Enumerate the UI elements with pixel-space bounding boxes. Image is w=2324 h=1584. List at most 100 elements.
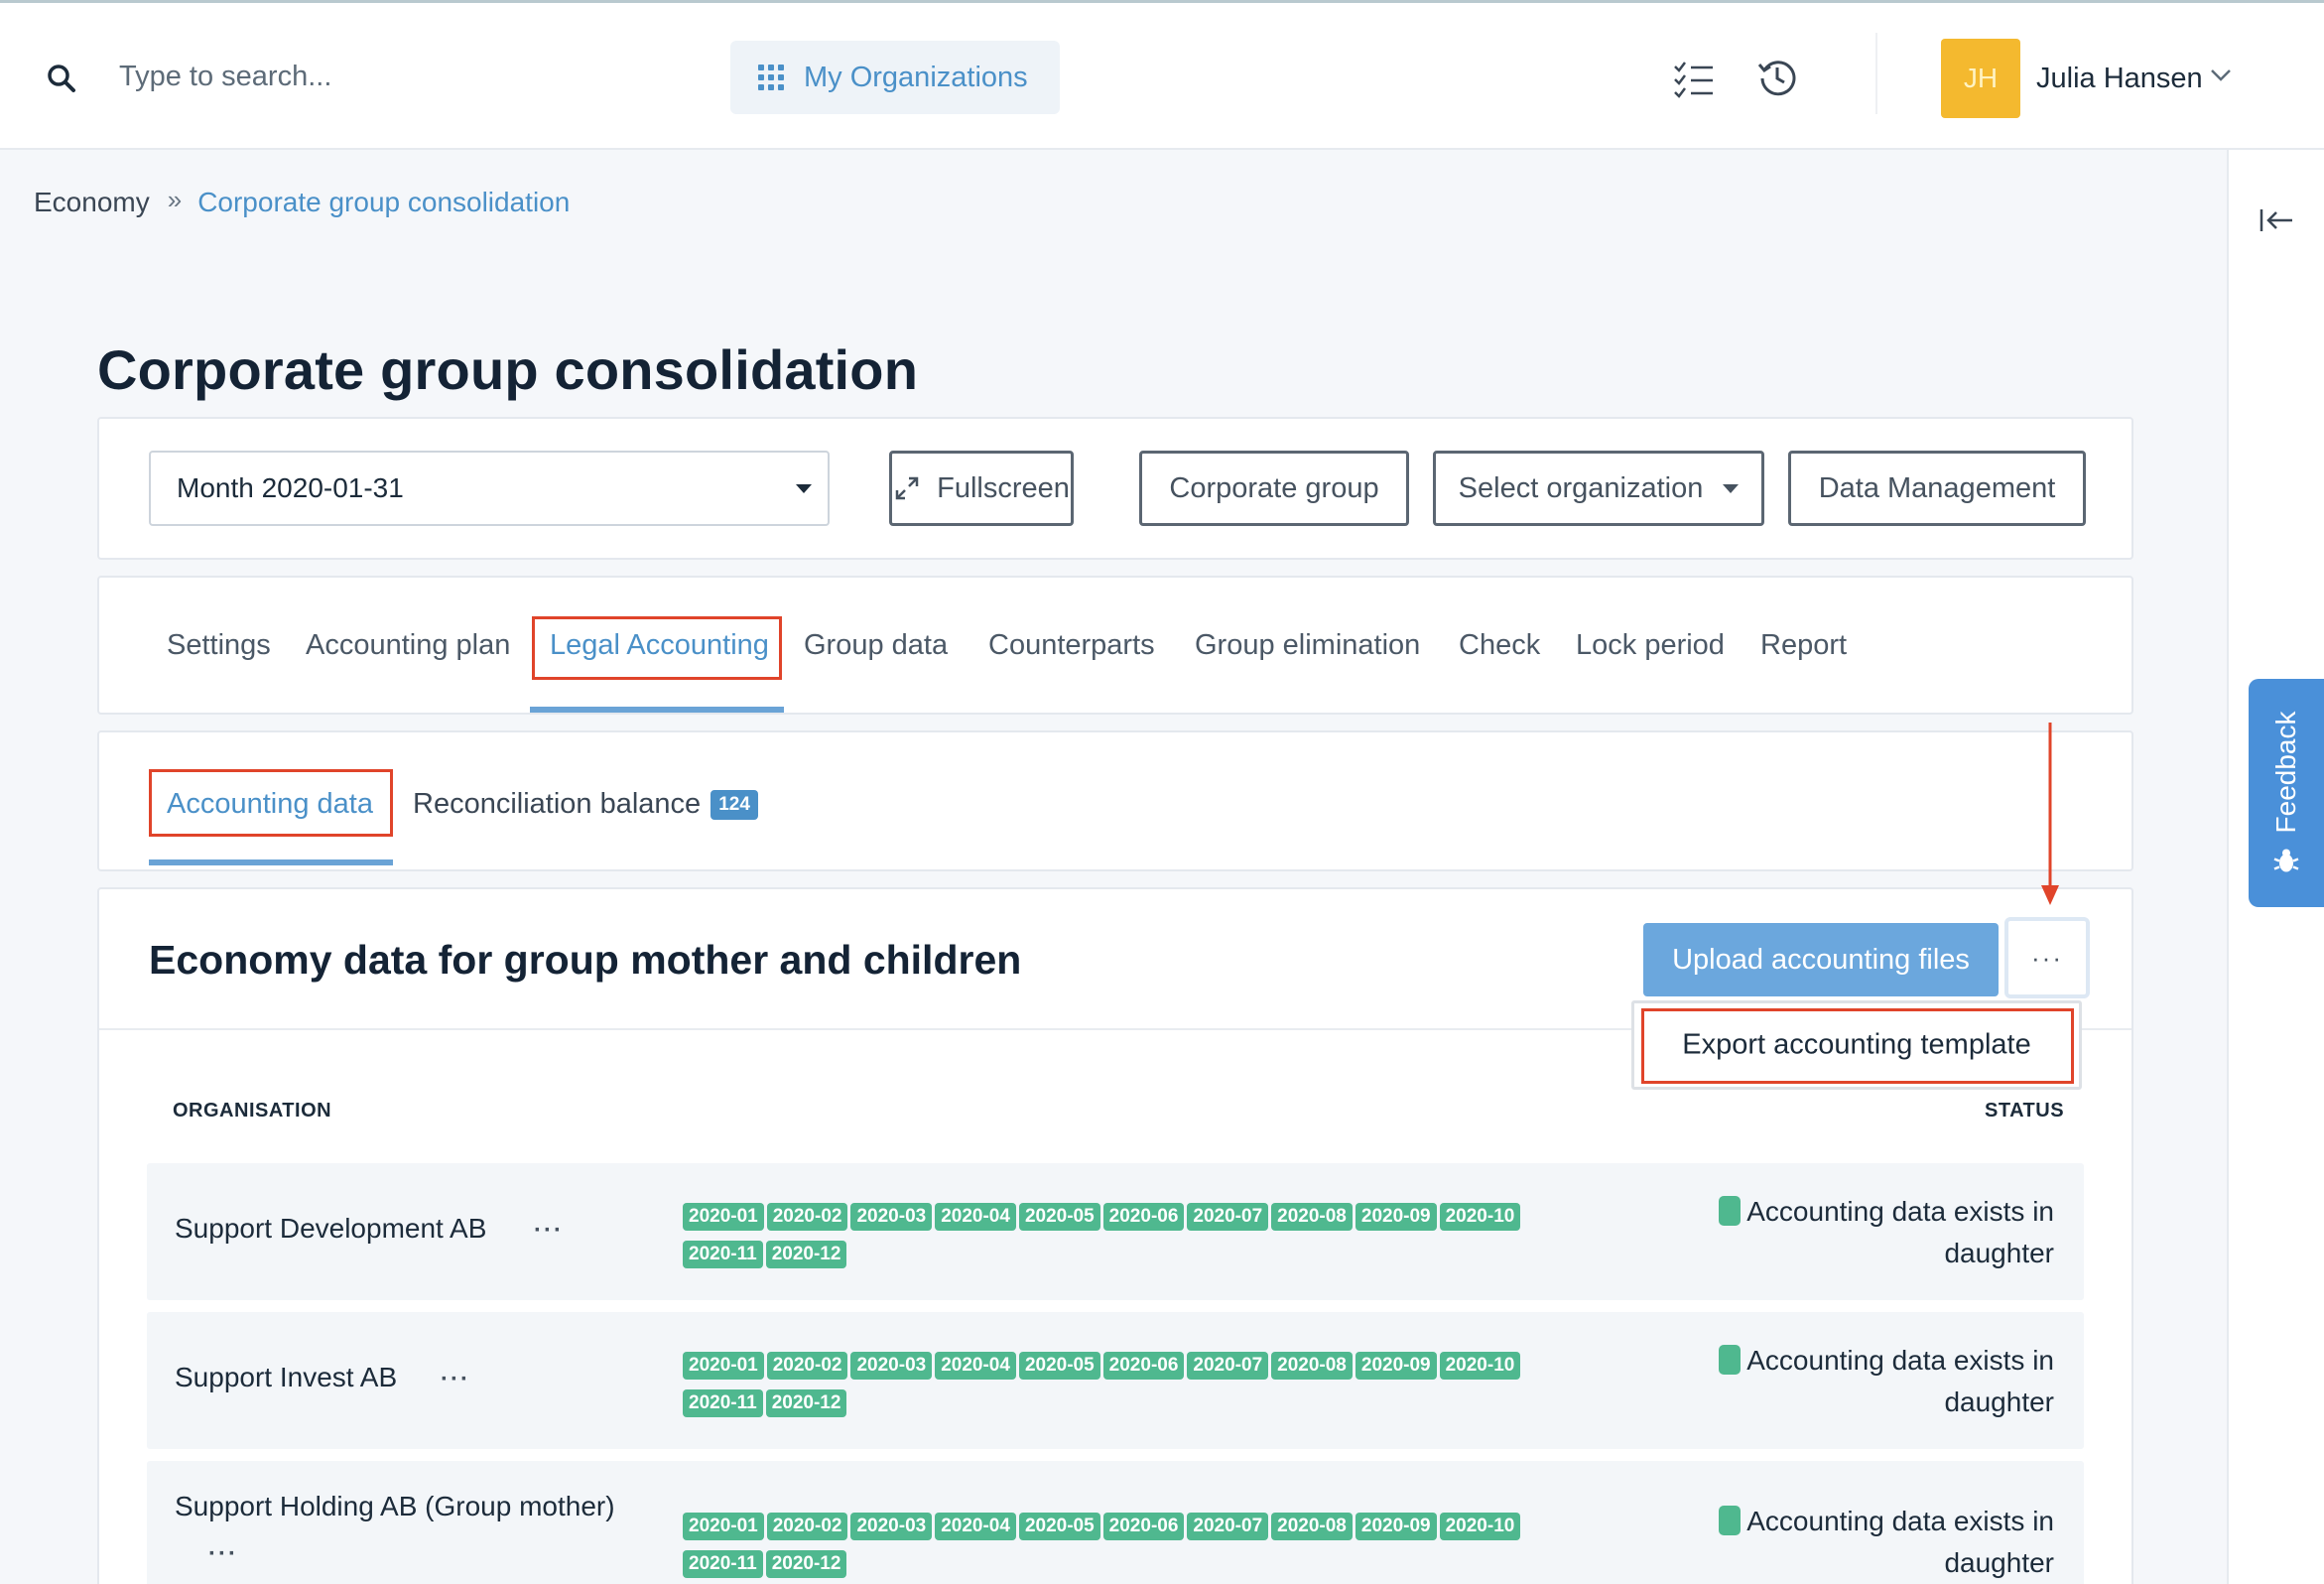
tab-lock-period[interactable]: Lock period [1576,629,1725,662]
caret-down-icon [1723,483,1740,493]
caret-down-icon [796,484,812,493]
tab-counterparts[interactable]: Counterparts [988,629,1155,662]
data-management-button[interactable]: Data Management [1788,451,2086,526]
more-options-menu: Export accounting template [1631,1000,2082,1090]
top-bar: Type to search... My Organizations JH Ju… [0,0,2324,150]
tab-legal-accounting[interactable]: Legal Accounting [550,629,769,662]
period-badge: 2020-10 [1439,1513,1521,1540]
more-options-button[interactable]: ··· [2004,917,2090,998]
period-badge: 2020-01 [683,1513,764,1540]
status-text: daughter [1944,1238,2054,1268]
corporate-group-label: Corporate group [1169,471,1379,504]
period-badge: 2020-09 [1355,1203,1437,1231]
tab-accounting-plan[interactable]: Accounting plan [306,629,510,662]
fullscreen-label: Fullscreen [937,471,1070,504]
column-header-status: STATUS [1985,1100,2065,1122]
main-tabs-card: Settings Accounting plan Legal Accountin… [97,576,2133,715]
feedback-label: Feedback [2270,711,2301,834]
avatar[interactable]: JH [1941,39,2020,118]
tab-check[interactable]: Check [1459,629,1540,662]
period-badges: 2020-01 2020-02 2020-03 2020-04 2020-05 2020-… [683,1352,1596,1417]
export-accounting-template-item[interactable]: Export accounting template [1682,1029,2030,1062]
period-badge: 2020-11 [683,1389,763,1417]
breadcrumb-separator: » [167,184,183,214]
status-text: daughter [1944,1386,2054,1417]
count-badge: 124 [710,789,758,820]
checklist-icon[interactable] [1673,61,1715,98]
period-badge: 2020-02 [766,1352,848,1380]
subtab-accounting-data-label: Accounting data [167,788,373,820]
period-badge: 2020-01 [683,1203,764,1231]
tab-report[interactable]: Report [1760,629,1847,662]
period-badge: 2020-11 [683,1550,763,1578]
organisation-name: Support Holding AB (Group mother) [175,1491,615,1521]
subtab-accounting-data[interactable]: Accounting data [167,788,373,821]
my-organizations-label: My Organizations [804,61,1028,93]
period-badge: 2020-06 [1102,1352,1185,1380]
fullscreen-button[interactable]: Fullscreen [889,451,1074,526]
corporate-group-button[interactable]: Corporate group [1139,451,1409,526]
feedback-button[interactable]: Feedback [2249,679,2324,907]
breadcrumb: Economy » Corporate group consolidation [34,184,570,218]
period-badge: 2020-06 [1102,1203,1185,1231]
period-badge: 2020-06 [1102,1513,1185,1540]
tab-group-data[interactable]: Group data [804,629,948,662]
period-badge: 2020-05 [1018,1513,1100,1540]
period-badge: 2020-03 [850,1513,933,1540]
period-badge: 2020-08 [1271,1203,1353,1231]
status: Accounting data exists in daughter [1697,1340,2054,1423]
organisation-name: Support Invest AB [175,1362,398,1392]
toolbar-card: Month 2020-01-31 Fullscreen Corporate gr… [97,417,2133,560]
table-row: Support Holding AB (Group mother) ··· 20… [147,1461,2084,1584]
row-more-button[interactable]: ··· [534,1217,564,1245]
data-management-label: Data Management [1818,471,2056,504]
breadcrumb-current[interactable]: Corporate group consolidation [197,187,570,218]
subtab-reconciliation-balance[interactable]: Reconciliation balance 124 [413,788,758,821]
collapse-panel-icon[interactable] [2259,205,2294,235]
apps-grid-icon [758,65,784,90]
column-header-organisation: ORGANISATION [173,1100,332,1122]
period-badge: 2020-04 [935,1352,1016,1380]
period-badge: 2020-02 [766,1203,848,1231]
period-badge: 2020-05 [1018,1203,1100,1231]
month-select[interactable]: Month 2020-01-31 [149,451,830,526]
table-row: Support Development AB ··· 2020-01 2020-0… [147,1163,2084,1300]
status-indicator [1719,1196,1742,1226]
subtab-reconciliation-label: Reconciliation balance [413,788,702,820]
period-badge: 2020-09 [1355,1352,1437,1380]
chevron-down-icon[interactable] [2209,66,2233,84]
search-input[interactable]: Type to search... [119,61,331,93]
period-badge: 2020-12 [765,1550,847,1578]
period-badge: 2020-05 [1018,1352,1100,1380]
active-subtab-indicator [149,859,393,865]
section-title: Economy data for group mother and childr… [149,937,1022,983]
upload-accounting-files-button[interactable]: Upload accounting files [1643,923,1999,996]
search-icon[interactable] [46,63,77,94]
tab-group-elimination[interactable]: Group elimination [1195,629,1420,662]
period-badge: 2020-03 [850,1203,933,1231]
status: Accounting data exists in daughter [1697,1191,2054,1274]
period-badge: 2020-07 [1187,1203,1269,1231]
breadcrumb-economy[interactable]: Economy [34,187,150,218]
period-badge: 2020-01 [683,1352,764,1380]
period-badge: 2020-11 [683,1241,763,1268]
expand-icon [895,476,919,500]
page-title: Corporate group consolidation [97,338,919,401]
period-badges: 2020-01 2020-02 2020-03 2020-04 2020-05 2020-… [683,1203,1596,1268]
period-badge: 2020-08 [1271,1352,1353,1380]
row-more-button[interactable]: ··· [441,1366,470,1393]
row-more-button[interactable]: ··· [208,1540,238,1568]
table-row: Support Invest AB ··· 2020-01 2020-02 2020… [147,1312,2084,1449]
period-badge: 2020-02 [766,1513,848,1540]
select-organization-dropdown[interactable]: Select organization [1433,451,1764,526]
period-badge: 2020-12 [765,1241,847,1268]
user-name[interactable]: Julia Hansen [2036,63,2203,95]
organisation-name: Support Development AB [175,1213,487,1244]
period-badge: 2020-04 [935,1513,1016,1540]
tab-settings[interactable]: Settings [167,629,271,662]
my-organizations-button[interactable]: My Organizations [730,41,1060,114]
period-badge: 2020-10 [1439,1203,1521,1231]
history-icon[interactable] [1756,57,1798,98]
annotation-arrow-icon [2041,723,2059,905]
period-badge: 2020-07 [1187,1352,1269,1380]
